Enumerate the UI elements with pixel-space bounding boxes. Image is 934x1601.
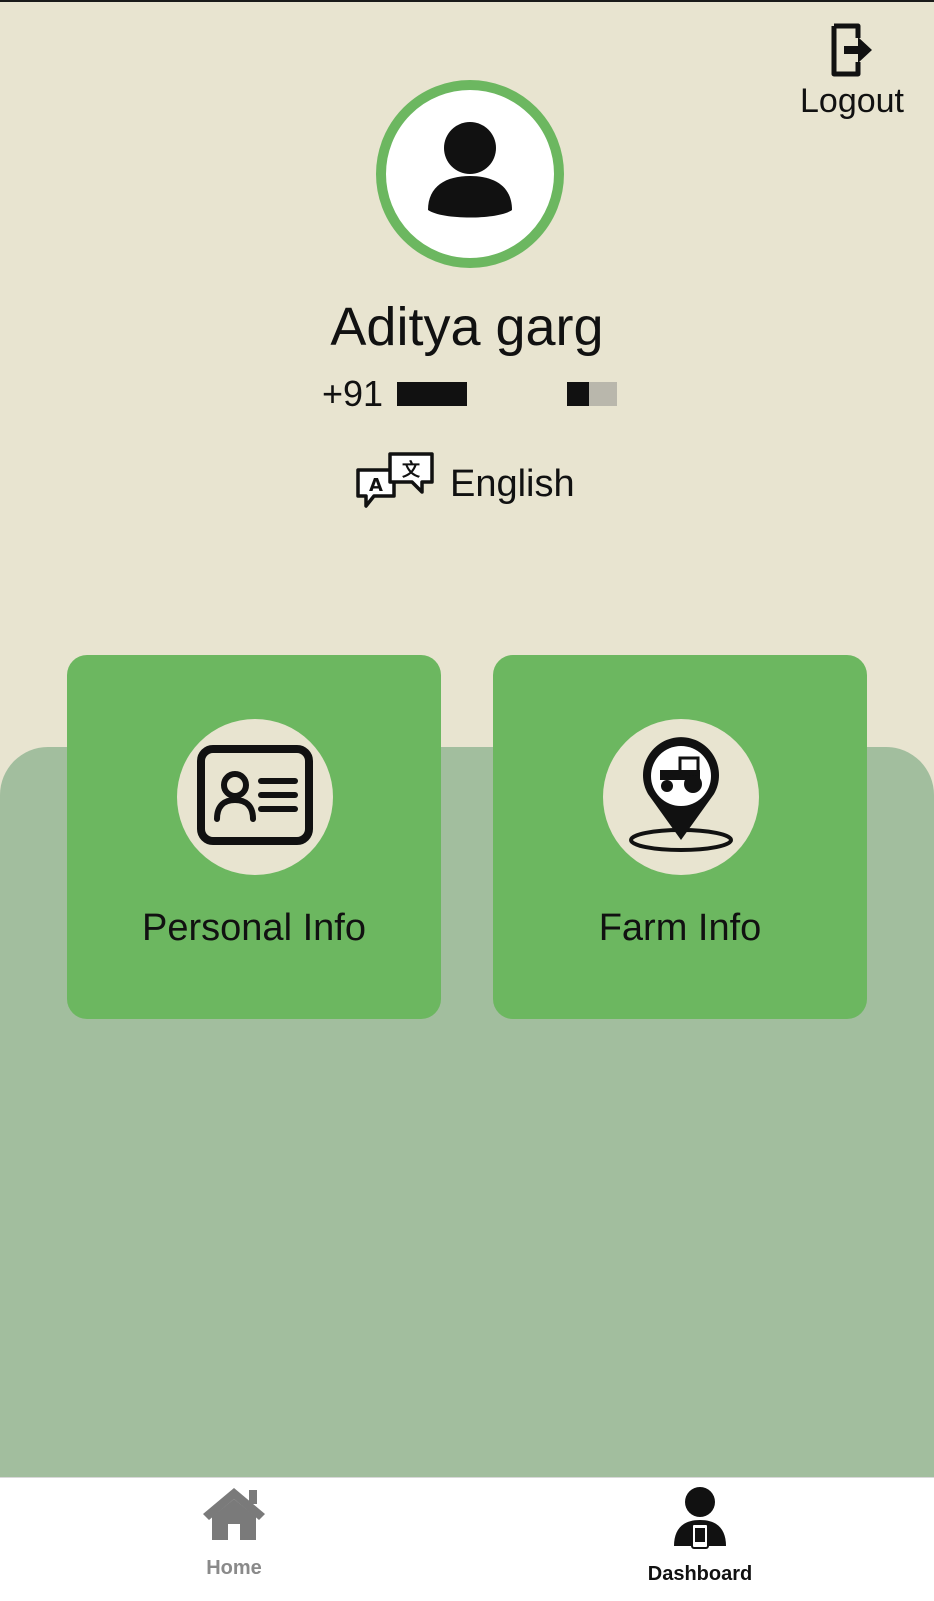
farm-info-card[interactable]: Farm Info (493, 655, 867, 1019)
logout-label: Logout (800, 82, 904, 120)
personal-info-label: Personal Info (142, 907, 366, 949)
language-label: English (450, 462, 575, 505)
profile-avatar[interactable] (376, 80, 564, 268)
phone-prefix: +91 (322, 373, 384, 414)
user-name: Aditya garg (330, 297, 604, 357)
home-icon (199, 1484, 269, 1549)
svg-text:文: 文 (402, 459, 421, 481)
tractor-location-icon (626, 736, 736, 859)
nav-dashboard[interactable]: Dashboard (600, 1484, 800, 1594)
farm-info-label: Farm Info (598, 907, 762, 949)
logout-icon (828, 22, 876, 78)
user-phone-icon (670, 1484, 730, 1555)
phone-redaction (589, 382, 618, 406)
top-border (0, 0, 934, 2)
id-card-icon (195, 743, 315, 852)
phone-number: +91 (322, 373, 618, 415)
language-selector[interactable]: A 文 English (354, 450, 575, 519)
user-icon (422, 120, 518, 229)
bottom-navigation: Home Dashboard (0, 1477, 934, 1601)
phone-redaction (397, 382, 468, 406)
translate-icon: A 文 (354, 450, 436, 519)
personal-info-card[interactable]: Personal Info (67, 655, 441, 1019)
nav-dashboard-label: Dashboard (647, 1563, 753, 1585)
nav-home[interactable]: Home (134, 1484, 334, 1594)
personal-info-icon-circle (177, 719, 333, 875)
phone-redaction (567, 382, 590, 406)
farm-info-icon-circle (603, 719, 759, 875)
nav-home-label: Home (206, 1557, 262, 1579)
logout-button[interactable]: Logout (792, 22, 912, 122)
svg-text:A: A (369, 475, 383, 496)
